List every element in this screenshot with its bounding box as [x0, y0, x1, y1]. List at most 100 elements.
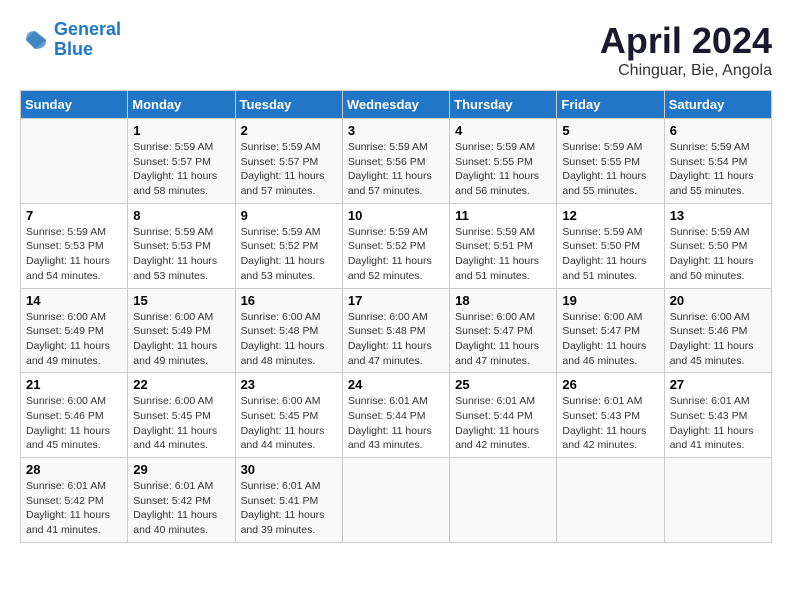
calendar-cell: 6Sunrise: 5:59 AM Sunset: 5:54 PM Daylig…	[664, 119, 771, 204]
title-block: April 2024 Chinguar, Bie, Angola	[600, 20, 772, 80]
calendar-cell: 25 Sunrise: 6:01 AM Sunset: 5:44 PM Dayli…	[450, 373, 557, 458]
calendar-week-row: 7 Sunrise: 5:59 AM Sunset: 5:53 PM Daylig…	[21, 203, 772, 288]
day-info: Sunrise: 6:01 AM Sunset: 5:42 PM Dayligh…	[26, 479, 122, 538]
day-info: Sunrise: 6:00 AM Sunset: 5:46 PM Dayligh…	[26, 394, 122, 453]
day-number: 18	[455, 293, 551, 308]
page-header: General Blue April 2024 Chinguar, Bie, A…	[20, 20, 772, 80]
calendar-cell: 14Sunrise: 6:00 AM Sunset: 5:49 PM Dayli…	[21, 288, 128, 373]
calendar-title: April 2024	[600, 20, 772, 62]
calendar-cell: 24Sunrise: 6:01 AM Sunset: 5:44 PM Dayli…	[342, 373, 449, 458]
day-number: 1	[133, 123, 229, 138]
day-info: Sunrise: 6:01 AM Sunset: 5:43 PM Dayligh…	[670, 394, 766, 453]
day-number: 14	[26, 293, 122, 308]
day-info: Sunrise: 5:59 AM Sunset: 5:54 PM Dayligh…	[670, 140, 766, 199]
logo-text-line2: Blue	[54, 40, 121, 60]
calendar-cell: 27 Sunrise: 6:01 AM Sunset: 5:43 PM Dayli…	[664, 373, 771, 458]
day-info: Sunrise: 6:00 AM Sunset: 5:48 PM Dayligh…	[348, 310, 444, 369]
day-number: 25	[455, 377, 551, 392]
calendar-cell: 9Sunrise: 5:59 AM Sunset: 5:52 PM Daylig…	[235, 203, 342, 288]
calendar-cell: 19Sunrise: 6:00 AM Sunset: 5:47 PM Dayli…	[557, 288, 664, 373]
calendar-cell	[342, 458, 449, 543]
day-number: 7	[26, 208, 122, 223]
calendar-subtitle: Chinguar, Bie, Angola	[600, 62, 772, 80]
day-number: 13	[670, 208, 766, 223]
calendar-cell: 16 Sunrise: 6:00 AM Sunset: 5:48 PM Dayli…	[235, 288, 342, 373]
calendar-cell: 23 Sunrise: 6:00 AM Sunset: 5:45 PM Dayli…	[235, 373, 342, 458]
day-info: Sunrise: 6:01 AM Sunset: 5:42 PM Dayligh…	[133, 479, 229, 538]
calendar-week-row: 14 Sunrise: 6:00 AM Sunset: 5:49 PM Dayli…	[21, 288, 772, 373]
column-header-sunday: Sunday	[21, 91, 128, 119]
logo-text-line1: General	[54, 20, 121, 40]
day-number: 8	[133, 208, 229, 223]
calendar-cell: 17Sunrise: 6:00 AM Sunset: 5:48 PM Dayli…	[342, 288, 449, 373]
day-info: Sunrise: 6:00 AM Sunset: 5:45 PM Dayligh…	[241, 394, 337, 453]
day-info: Sunrise: 6:01 AM Sunset: 5:43 PM Dayligh…	[562, 394, 658, 453]
calendar-cell: 21 Sunrise: 6:00 AM Sunset: 5:46 PM Dayli…	[21, 373, 128, 458]
day-info: Sunrise: 5:59 AM Sunset: 5:55 PM Dayligh…	[455, 140, 551, 199]
day-info: Sunrise: 5:59 AM Sunset: 5:50 PM Dayligh…	[562, 225, 658, 284]
day-info: Sunrise: 5:59 AM Sunset: 5:52 PM Dayligh…	[241, 225, 337, 284]
calendar-header-row: SundayMondayTuesdayWednesdayThursdayFrid…	[21, 91, 772, 119]
column-header-friday: Friday	[557, 91, 664, 119]
day-number: 29	[133, 462, 229, 477]
day-info: Sunrise: 6:00 AM Sunset: 5:47 PM Dayligh…	[455, 310, 551, 369]
day-info: Sunrise: 5:59 AM Sunset: 5:53 PM Dayligh…	[133, 225, 229, 284]
calendar-cell	[450, 458, 557, 543]
column-header-wednesday: Wednesday	[342, 91, 449, 119]
column-header-thursday: Thursday	[450, 91, 557, 119]
day-number: 24	[348, 377, 444, 392]
day-info: Sunrise: 6:00 AM Sunset: 5:48 PM Dayligh…	[241, 310, 337, 369]
day-info: Sunrise: 6:00 AM Sunset: 5:46 PM Dayligh…	[670, 310, 766, 369]
day-number: 23	[241, 377, 337, 392]
day-number: 5	[562, 123, 658, 138]
day-number: 20	[670, 293, 766, 308]
day-number: 10	[348, 208, 444, 223]
calendar-cell: 26 Sunrise: 6:01 AM Sunset: 5:43 PM Dayli…	[557, 373, 664, 458]
calendar-cell: 30 Sunrise: 6:01 AM Sunset: 5:41 PM Dayli…	[235, 458, 342, 543]
day-info: Sunrise: 5:59 AM Sunset: 5:56 PM Dayligh…	[348, 140, 444, 199]
logo: General Blue	[20, 20, 121, 60]
day-info: Sunrise: 6:01 AM Sunset: 5:44 PM Dayligh…	[455, 394, 551, 453]
day-number: 27	[670, 377, 766, 392]
day-number: 2	[241, 123, 337, 138]
calendar-cell: 5 Sunrise: 5:59 AM Sunset: 5:55 PM Daylig…	[557, 119, 664, 204]
calendar-cell: 11 Sunrise: 5:59 AM Sunset: 5:51 PM Dayli…	[450, 203, 557, 288]
column-header-monday: Monday	[128, 91, 235, 119]
day-info: Sunrise: 5:59 AM Sunset: 5:52 PM Dayligh…	[348, 225, 444, 284]
day-info: Sunrise: 5:59 AM Sunset: 5:55 PM Dayligh…	[562, 140, 658, 199]
day-number: 30	[241, 462, 337, 477]
day-number: 26	[562, 377, 658, 392]
calendar-cell: 1 Sunrise: 5:59 AM Sunset: 5:57 PM Daylig…	[128, 119, 235, 204]
calendar-cell: 28 Sunrise: 6:01 AM Sunset: 5:42 PM Dayli…	[21, 458, 128, 543]
day-info: Sunrise: 6:01 AM Sunset: 5:41 PM Dayligh…	[241, 479, 337, 538]
calendar-week-row: 1 Sunrise: 5:59 AM Sunset: 5:57 PM Daylig…	[21, 119, 772, 204]
day-number: 3	[348, 123, 444, 138]
day-number: 22	[133, 377, 229, 392]
logo-icon	[20, 25, 50, 55]
day-info: Sunrise: 6:00 AM Sunset: 5:49 PM Dayligh…	[133, 310, 229, 369]
day-number: 15	[133, 293, 229, 308]
calendar-cell: 20 Sunrise: 6:00 AM Sunset: 5:46 PM Dayli…	[664, 288, 771, 373]
column-header-tuesday: Tuesday	[235, 91, 342, 119]
day-info: Sunrise: 6:00 AM Sunset: 5:47 PM Dayligh…	[562, 310, 658, 369]
calendar-week-row: 28 Sunrise: 6:01 AM Sunset: 5:42 PM Dayli…	[21, 458, 772, 543]
calendar-cell: 12Sunrise: 5:59 AM Sunset: 5:50 PM Dayli…	[557, 203, 664, 288]
day-number: 11	[455, 208, 551, 223]
calendar-week-row: 21 Sunrise: 6:00 AM Sunset: 5:46 PM Dayli…	[21, 373, 772, 458]
column-header-saturday: Saturday	[664, 91, 771, 119]
calendar-cell: 2 Sunrise: 5:59 AM Sunset: 5:57 PM Daylig…	[235, 119, 342, 204]
calendar-cell: 15 Sunrise: 6:00 AM Sunset: 5:49 PM Dayli…	[128, 288, 235, 373]
calendar-cell: 10 Sunrise: 5:59 AM Sunset: 5:52 PM Dayli…	[342, 203, 449, 288]
day-info: Sunrise: 5:59 AM Sunset: 5:57 PM Dayligh…	[133, 140, 229, 199]
calendar-cell: 8 Sunrise: 5:59 AM Sunset: 5:53 PM Daylig…	[128, 203, 235, 288]
day-info: Sunrise: 6:00 AM Sunset: 5:45 PM Dayligh…	[133, 394, 229, 453]
day-info: Sunrise: 5:59 AM Sunset: 5:51 PM Dayligh…	[455, 225, 551, 284]
calendar-cell: 3 Sunrise: 5:59 AM Sunset: 5:56 PM Daylig…	[342, 119, 449, 204]
day-number: 21	[26, 377, 122, 392]
day-number: 4	[455, 123, 551, 138]
day-info: Sunrise: 5:59 AM Sunset: 5:57 PM Dayligh…	[241, 140, 337, 199]
day-number: 16	[241, 293, 337, 308]
calendar-cell: 13Sunrise: 5:59 AM Sunset: 5:50 PM Dayli…	[664, 203, 771, 288]
day-number: 28	[26, 462, 122, 477]
calendar-cell: 29 Sunrise: 6:01 AM Sunset: 5:42 PM Dayli…	[128, 458, 235, 543]
